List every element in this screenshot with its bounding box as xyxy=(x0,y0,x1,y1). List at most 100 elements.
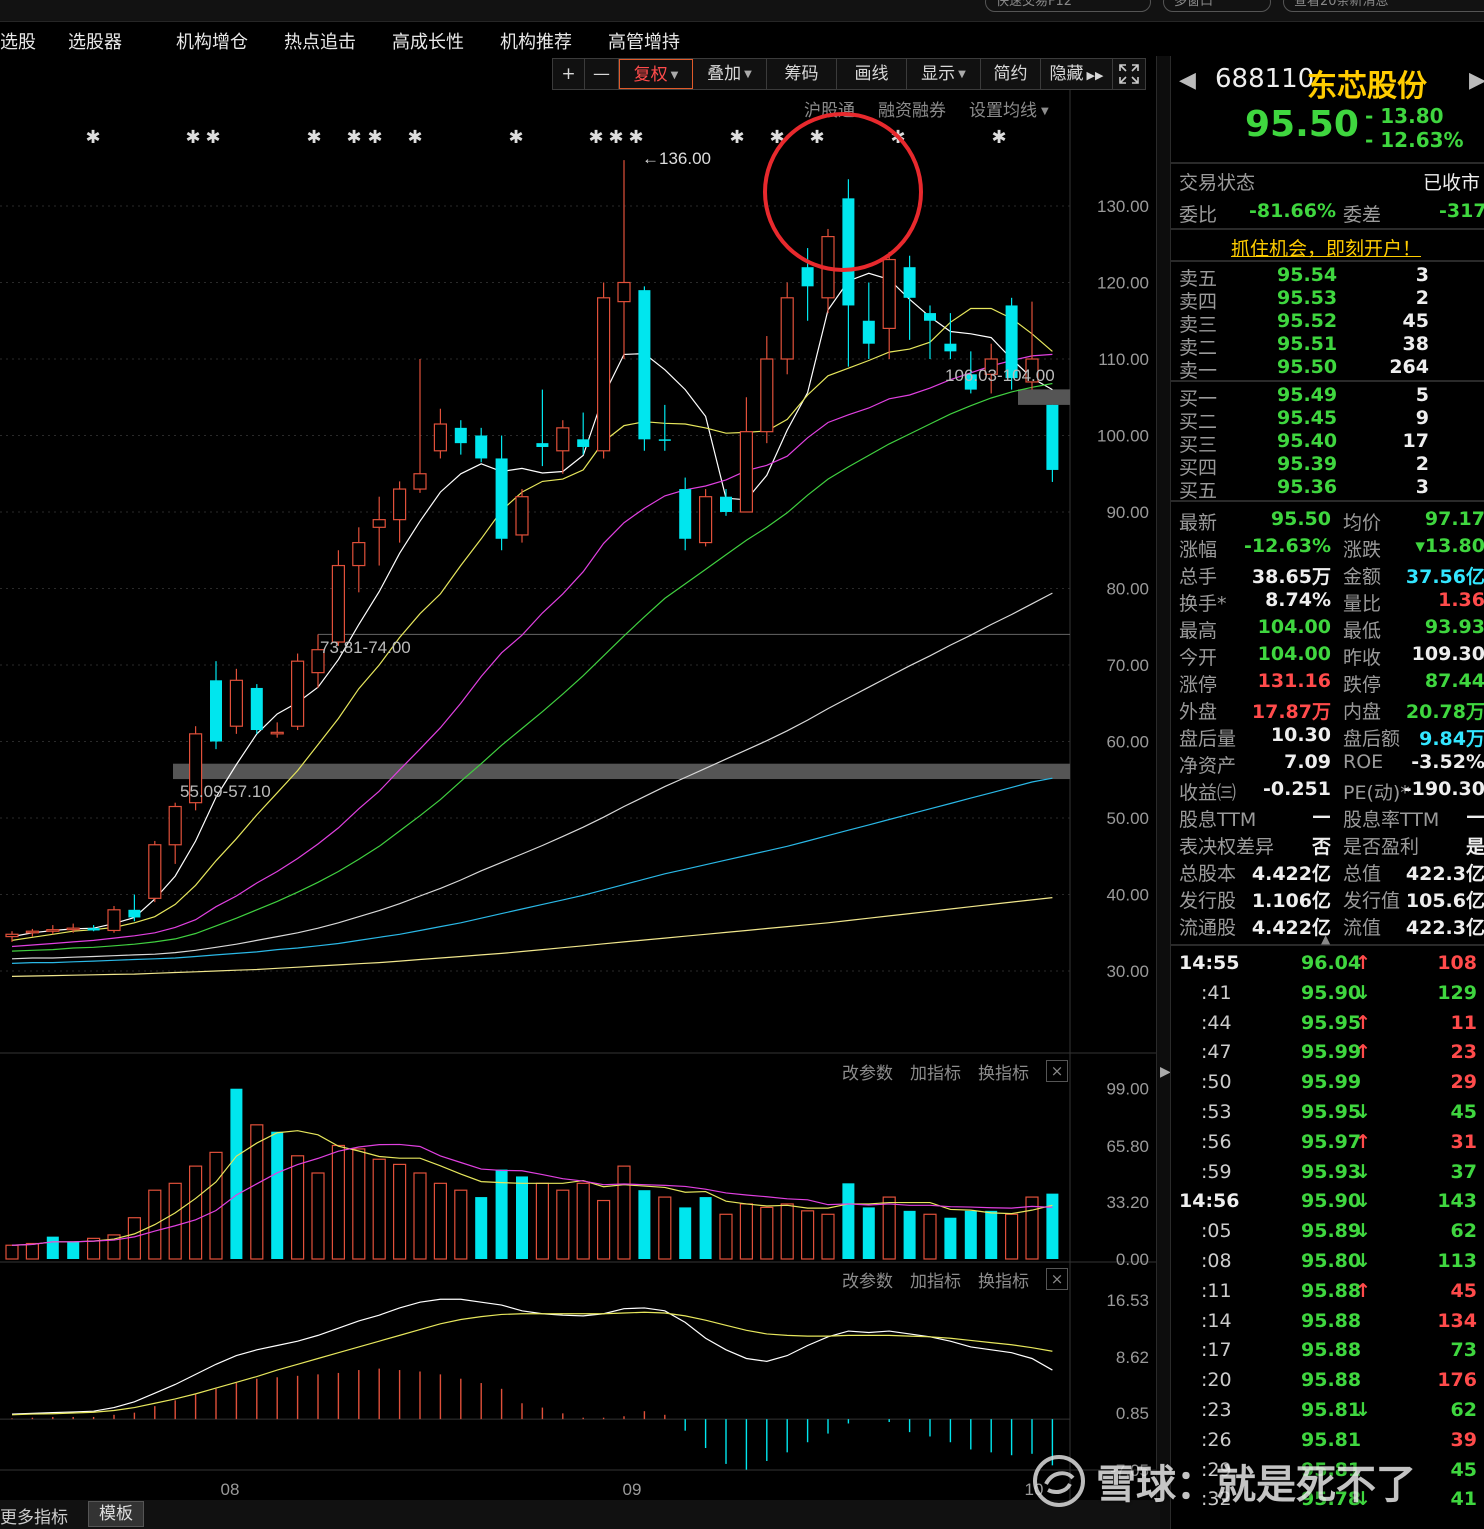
tick-price: 95.81 xyxy=(1301,1428,1362,1451)
candle-body xyxy=(413,473,427,490)
macd-close-icon[interactable]: × xyxy=(1046,1268,1068,1290)
vol-add-indicator-link[interactable]: 加指标 xyxy=(910,1059,961,1084)
stat-label: 金额 xyxy=(1343,566,1382,588)
xueqiu-logo-icon xyxy=(1033,1455,1085,1507)
stat-label: 净资产 xyxy=(1179,755,1237,777)
prev-stock-icon[interactable]: ◀ xyxy=(1179,68,1196,93)
tab-jigouzengcang[interactable]: 机构增仓 xyxy=(176,28,248,54)
volume-bar xyxy=(800,1210,815,1260)
volume-bar xyxy=(352,1148,366,1260)
panel-splitter[interactable]: ▶ xyxy=(1156,56,1171,1529)
candle-body xyxy=(270,731,284,735)
fuquan-dropdown[interactable]: 复权 ▼ xyxy=(619,59,693,89)
stat-label: 股息率TTM xyxy=(1343,809,1440,831)
stat-label: 量比 xyxy=(1343,593,1382,615)
vol-close-icon[interactable]: × xyxy=(1046,1060,1068,1082)
draw-line-button[interactable]: 画线 xyxy=(837,59,907,89)
multi-window-button[interactable]: 多窗口 xyxy=(1163,0,1271,12)
tab-gaochengzhang[interactable]: 高成长性 xyxy=(392,28,464,54)
stat-value: 1.106亿 xyxy=(1251,890,1331,912)
next-stock-icon[interactable]: ▶ xyxy=(1469,68,1484,93)
candle-body xyxy=(515,496,529,536)
open-account-link[interactable]: 抓住机会，即刻开户！ xyxy=(1231,234,1421,261)
candle-body xyxy=(66,927,80,931)
stat-value: 7.09 xyxy=(1284,751,1331,773)
weibi-label: 委比 xyxy=(1179,204,1218,226)
ma-lines xyxy=(11,272,1053,977)
volume-bar xyxy=(454,1189,468,1260)
stat-label: 最高 xyxy=(1179,620,1218,642)
simple-button[interactable]: 简约 xyxy=(981,59,1041,89)
collapse-up-icon[interactable]: ▲ xyxy=(1321,932,1330,946)
y-tick-label: 60.00 xyxy=(1106,733,1149,752)
tick-time: :56 xyxy=(1201,1130,1232,1153)
stat-value: -3.52% xyxy=(1411,751,1484,773)
zoom-in-button[interactable]: + xyxy=(553,59,585,89)
event-marker: ✱ xyxy=(809,127,824,148)
volume-bar xyxy=(127,1217,141,1260)
vol-ma10-line xyxy=(11,1143,1053,1246)
tick-price: 95.81 xyxy=(1301,1399,1362,1421)
volume-bar xyxy=(658,1196,672,1260)
messages-button[interactable]: 查看20条新消息 xyxy=(1283,0,1484,12)
tick-list[interactable]: 14:55 96.04 ↑ 108:41 95.90 ↓ 129:44 95.95 ↑ 11:47… xyxy=(1171,948,1484,1529)
trade-status-value: 已收市 xyxy=(1423,172,1481,194)
macd-add-indicator-link[interactable]: 加指标 xyxy=(910,1267,961,1292)
macd-switch-indicator-link[interactable]: 换指标 xyxy=(978,1267,1029,1292)
display-dropdown[interactable]: 显示 ▼ xyxy=(907,59,981,89)
tab-gaoguanzengchi[interactable]: 高管增持 xyxy=(608,28,680,54)
tab-xuangu[interactable]: 选股 xyxy=(0,28,36,54)
bid-price: 95.39 xyxy=(1277,453,1338,475)
more-indicators-link[interactable]: 更多指标 xyxy=(0,1503,68,1528)
watermark: 雪球：就是死不了 xyxy=(1032,1452,1416,1510)
tab-jigoutuijian[interactable]: 机构推荐 xyxy=(500,28,572,54)
stat-label: 发行股 xyxy=(1179,890,1237,912)
tick-time: :41 xyxy=(1201,981,1232,1004)
macd-panel: 16.538.620.85-7.05 xyxy=(0,1291,1149,1480)
tab-xuanguqi[interactable]: 选股器 xyxy=(68,28,122,54)
candle-body xyxy=(5,933,19,938)
fuquan-label: 复权 xyxy=(633,65,668,85)
x-tick-label: 08 xyxy=(221,1480,240,1499)
chips-button[interactable]: 筹码 xyxy=(767,59,837,89)
tick-time: :59 xyxy=(1201,1160,1232,1183)
y-tick-label: 50.00 xyxy=(1106,809,1149,828)
macd-dea-line xyxy=(11,1311,1053,1416)
event-marker: ✱ xyxy=(367,127,382,148)
vol-params-link[interactable]: 改参数 xyxy=(842,1059,893,1084)
arrow-up-icon: ↑ xyxy=(1355,952,1371,974)
bottom-bar: 更多指标 模板 xyxy=(0,1500,1160,1529)
vol-tick-label: 65.80 xyxy=(1106,1137,1149,1156)
stat-label: 总值 xyxy=(1343,863,1382,885)
tick-volume: 176 xyxy=(1437,1369,1477,1392)
zoom-out-button[interactable]: — xyxy=(585,59,619,89)
candle-body xyxy=(536,443,549,447)
template-button[interactable]: 模板 xyxy=(88,1501,144,1527)
expand-button[interactable] xyxy=(1113,59,1145,89)
quick-trade-button[interactable]: 快速交易F12 xyxy=(985,0,1151,12)
volume-bar xyxy=(576,1182,590,1260)
tick-volume: 23 xyxy=(1450,1041,1477,1064)
stat-value: 87.44 xyxy=(1424,670,1484,692)
tab-redianzhuiji[interactable]: 热点追击 xyxy=(284,28,356,54)
stat-value: 8.74% xyxy=(1265,589,1331,611)
arrow-up-icon: ↑ xyxy=(1355,1041,1371,1064)
stat-value: 是 xyxy=(1465,836,1484,858)
range-label-1: 106.03-104.00 xyxy=(945,366,1055,385)
tick-time: :47 xyxy=(1201,1041,1232,1064)
y-tick-label: 110.00 xyxy=(1098,350,1149,369)
overlay-dropdown[interactable]: 叠加 ▼ xyxy=(693,59,767,89)
hide-button[interactable]: 隐藏 ▶▶ xyxy=(1041,59,1113,89)
candle-body xyxy=(210,680,222,742)
tick-time: :53 xyxy=(1201,1101,1232,1123)
stat-value: 37.56亿 xyxy=(1405,566,1484,588)
stat-value: 97.17 xyxy=(1424,508,1484,530)
macd-params-link[interactable]: 改参数 xyxy=(842,1267,893,1292)
ask-label: 卖一 xyxy=(1179,360,1218,382)
bid-price: 95.40 xyxy=(1277,430,1338,452)
vol-switch-indicator-link[interactable]: 换指标 xyxy=(978,1059,1029,1084)
stat-label: 换手* xyxy=(1179,593,1227,615)
volume-bar xyxy=(739,1203,754,1260)
last-price: 95.50 xyxy=(1245,104,1359,145)
arrow-down-icon: ↓ xyxy=(1355,1250,1371,1272)
